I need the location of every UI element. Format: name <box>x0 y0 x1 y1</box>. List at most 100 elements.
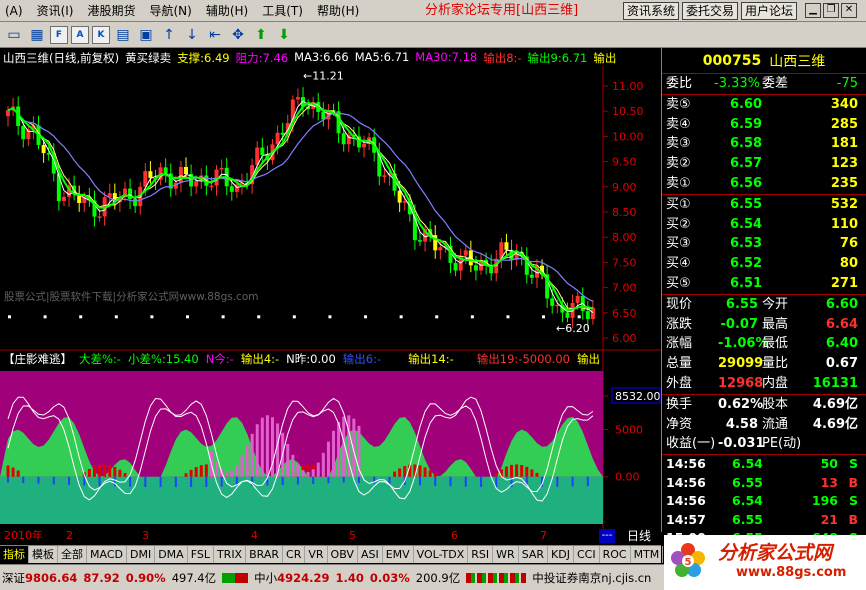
indicator-blue-bar <box>281 476 284 486</box>
stat-value: 6.60 <box>825 296 858 312</box>
indicator-red-bar <box>520 465 524 477</box>
menu-assist[interactable]: 辅助(H) <box>201 0 257 22</box>
tab-模板[interactable]: 模板 <box>29 546 58 563</box>
candle-body <box>417 240 422 242</box>
stat-value: 0.67 <box>825 356 858 372</box>
tab-dma[interactable]: DMA <box>155 546 188 563</box>
candle-body <box>473 265 478 271</box>
period-label[interactable]: 日线 <box>627 529 651 543</box>
indicator-blue-bar <box>418 476 421 486</box>
tab-vr[interactable]: VR <box>305 546 328 563</box>
tick-time: 14:56 <box>666 474 706 490</box>
tab-macd[interactable]: MACD <box>87 546 127 563</box>
tab-全部[interactable]: 全部 <box>58 546 87 563</box>
tick-volume: 196 <box>811 493 838 509</box>
tick-price: 6.54 <box>732 493 763 509</box>
new-window-icon[interactable]: ▭ <box>4 25 24 45</box>
minimize-icon[interactable]: ▁ <box>805 3 821 18</box>
tab-vol-tdx[interactable]: VOL-TDX <box>414 546 469 563</box>
restore-icon[interactable]: ❐ <box>823 3 839 18</box>
stat-label: 涨跌 <box>666 316 693 332</box>
news-icon[interactable]: ▣ <box>136 25 156 45</box>
trade-button[interactable]: 委托交易 <box>682 2 739 20</box>
sell-volume: 235 <box>830 175 858 191</box>
stat-label: 现价 <box>666 296 693 312</box>
indicator-red-bar <box>87 469 91 477</box>
support-dot <box>292 315 296 319</box>
sell-price: 6.56 <box>730 175 763 191</box>
tab-rsi[interactable]: RSI <box>468 546 494 563</box>
menu-navigate[interactable]: 导航(N) <box>145 0 201 22</box>
arrow-down-icon[interactable]: ↓ <box>182 25 202 45</box>
sz-change: 87.92 <box>83 570 120 585</box>
move-icon[interactable]: ✥ <box>228 25 248 45</box>
tab-cr[interactable]: CR <box>283 546 306 563</box>
price-tick-label: 6.00 <box>612 332 637 345</box>
abc-icon[interactable]: A <box>71 25 89 44</box>
indicator-red-bar <box>398 468 402 477</box>
tab-obv[interactable]: OBV <box>328 546 358 563</box>
chart-icon[interactable]: ▤ <box>113 25 133 45</box>
tab-roc[interactable]: ROC <box>600 546 631 563</box>
info-system-button[interactable]: 资讯系统 <box>623 2 680 20</box>
price-tick-label: 11.00 <box>612 80 644 93</box>
price-tick-label: 10.50 <box>612 105 644 118</box>
sell-price: 6.57 <box>730 156 763 172</box>
zx-label: 中小 <box>254 570 278 585</box>
date-label: 2 <box>66 529 73 542</box>
stat-value: 4.69亿 <box>812 396 858 412</box>
tick-row: 14:57 6.55 21 B <box>662 511 866 530</box>
chart-area[interactable]: 11.00 10.50 10.00 9.50 9.00 8.50 8.00 7.50 7.00 6… <box>0 48 661 532</box>
indicator-red-bar <box>418 465 422 477</box>
candle-body <box>550 298 555 306</box>
tab-trix[interactable]: TRIX <box>214 546 247 563</box>
user-forum-button[interactable]: 用户论坛 <box>741 2 798 20</box>
indicator-blue-bar <box>7 476 9 483</box>
sell-volume: 340 <box>830 96 858 112</box>
tab-cci[interactable]: CCI <box>574 546 600 563</box>
sell-price: 6.60 <box>730 96 763 112</box>
f10-icon[interactable]: F <box>50 25 68 44</box>
indicator-blue-bar <box>571 476 574 487</box>
up-icon[interactable]: ⬆ <box>251 25 271 45</box>
info-item: 阻力:7.46 <box>235 51 289 65</box>
ind-tick-label: 8532.00 <box>615 390 661 403</box>
tick-volume: 21 <box>820 511 838 527</box>
tab-sar[interactable]: SAR <box>519 546 549 563</box>
indicator-red-bar <box>16 470 20 477</box>
menu-tools[interactable]: 工具(T) <box>257 0 312 22</box>
support-dot <box>186 315 190 319</box>
sell-row: 卖② 6.57 123 <box>662 154 866 174</box>
grid-icon[interactable]: ▦ <box>27 25 47 45</box>
indicator-blue-bar <box>220 476 223 487</box>
down-icon[interactable]: ⬇ <box>274 25 294 45</box>
tab-kdj[interactable]: KDJ <box>548 546 574 563</box>
stat-value: 6.55 <box>725 296 758 312</box>
tab-asi[interactable]: ASI <box>358 546 383 563</box>
menu-news[interactable]: 资讯(I) <box>32 0 83 22</box>
menu-help[interactable]: 帮助(H) <box>312 0 368 22</box>
arrow-left-icon[interactable]: ⇤ <box>205 25 225 45</box>
zx-amount: 200.9亿 <box>415 570 461 585</box>
arrow-up-icon[interactable]: ↑ <box>159 25 179 45</box>
menu-a[interactable]: (A) <box>0 0 32 22</box>
tab-fsl[interactable]: FSL <box>188 546 214 563</box>
tab-mtm[interactable]: MTM <box>631 546 664 563</box>
site-logo: 5 分析家公式网 www.88gs.com <box>664 535 866 590</box>
tab-dmi[interactable]: DMI <box>127 546 156 563</box>
menu-hk-futures[interactable]: 港股期货 <box>82 0 144 22</box>
stat-row: 涨幅 -1.06% 最低 6.40 <box>662 334 866 354</box>
k-icon[interactable]: K <box>92 25 110 44</box>
support-dot <box>470 315 474 319</box>
indicator-red-bar <box>510 464 514 477</box>
tab-emv[interactable]: EMV <box>383 546 414 563</box>
stat-value: 12968 <box>718 375 764 391</box>
tab-brar[interactable]: BRAR <box>246 546 284 563</box>
tab-wr[interactable]: WR <box>493 546 519 563</box>
candle-body <box>6 110 10 117</box>
kline-chart[interactable]: 11.00 10.50 10.00 9.50 9.00 8.50 8.00 7.50 7.00 6… <box>0 48 661 532</box>
close-icon[interactable]: ✕ <box>841 3 857 18</box>
tab-指标[interactable]: 指标 <box>0 546 29 563</box>
support-dot <box>364 315 368 319</box>
candle-body <box>209 185 214 188</box>
